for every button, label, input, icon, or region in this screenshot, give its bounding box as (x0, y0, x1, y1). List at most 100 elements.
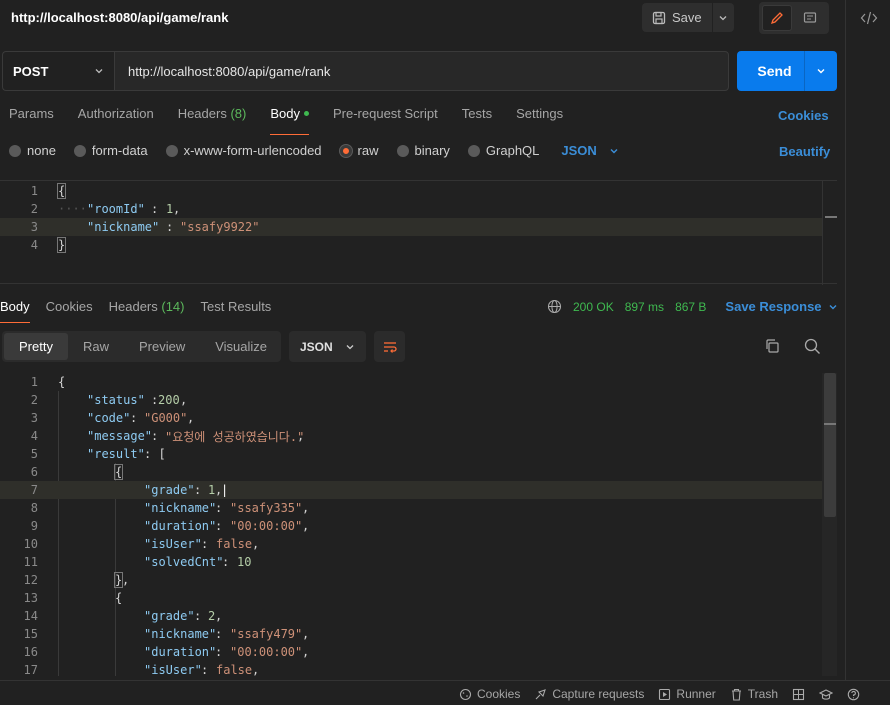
code-value: "요청에 성공하였습니다." (165, 429, 305, 444)
radio-form-data[interactable]: form-data (73, 143, 148, 158)
send-button[interactable]: Send (737, 63, 804, 79)
tab-params[interactable]: Params (9, 106, 54, 126)
body-format-label: JSON (561, 143, 597, 158)
radio-raw[interactable]: raw (339, 143, 379, 158)
help-icon[interactable] (847, 688, 860, 701)
code-icon[interactable] (860, 10, 878, 26)
tab-headers[interactable]: Headers (8) (178, 106, 247, 126)
view-tab-visualize[interactable]: Visualize (200, 333, 282, 360)
send-options-button[interactable] (805, 66, 837, 76)
globe-icon[interactable] (547, 299, 562, 314)
save-icon (652, 11, 666, 24)
chevron-down-icon (346, 344, 354, 349)
line-number: 12 (23, 573, 38, 587)
code-key: "solvedCnt" (144, 555, 224, 569)
view-tab-raw[interactable]: Raw (68, 333, 124, 360)
save-button[interactable]: Save (642, 3, 712, 32)
tab-response-headers[interactable]: Headers (14) (109, 299, 185, 314)
capture-requests-button[interactable]: Capture requests (534, 687, 644, 701)
code-colon: : (215, 627, 223, 641)
response-time[interactable]: 897 ms (625, 300, 664, 314)
footer-label: Trash (747, 687, 778, 701)
footer-label: Cookies (476, 687, 521, 701)
request-tabs: Params Authorization Headers (8) Body Pr… (9, 106, 587, 135)
code-key: "message" (87, 429, 153, 443)
tab-label: Pre-request Script (332, 106, 438, 121)
save-response-button[interactable]: Save Response (725, 299, 837, 314)
radio-graphql[interactable]: GraphQL (467, 143, 539, 158)
search-icon[interactable] (804, 338, 821, 355)
tab-response-cookies[interactable]: Cookies (46, 299, 93, 314)
code-value: 200 (158, 393, 180, 407)
tab-pre-request-script[interactable]: Pre-request Script (333, 106, 438, 126)
radio-binary[interactable]: binary (396, 143, 450, 158)
tab-label: Headers (108, 299, 158, 314)
tab-tests[interactable]: Tests (462, 106, 492, 126)
url-value: http://localhost:8080/api/game/rank (128, 63, 331, 79)
url-input[interactable]: http://localhost:8080/api/game/rank (114, 51, 729, 91)
editor-scrollbar[interactable] (822, 181, 837, 285)
response-format-select[interactable]: JSON (289, 331, 366, 362)
layout-icon[interactable] (792, 688, 805, 701)
tab-test-results[interactable]: Test Results (201, 299, 272, 314)
trash-button[interactable]: Trash (730, 687, 778, 701)
tab-settings[interactable]: Settings (516, 106, 563, 126)
line-number: 13 (23, 591, 38, 605)
line-number: 1 (30, 184, 38, 198)
footer-label: Runner (676, 687, 716, 701)
code-colon: : (222, 555, 230, 569)
response-scrollbar[interactable] (822, 373, 837, 676)
view-tab-pretty[interactable]: Pretty (4, 333, 68, 360)
code-line: 14 "grade":2, (0, 607, 822, 625)
save-options-button[interactable] (713, 3, 734, 32)
line-number: 11 (23, 555, 38, 569)
code-text: { (115, 591, 123, 605)
radio-selected-icon (339, 144, 352, 157)
request-body-editor[interactable]: 1 { 2 ···· "roomId" : 1 , 3 "nickname" :… (0, 180, 837, 285)
request-title[interactable]: http://localhost:8080/api/game/rank (11, 10, 228, 25)
radio-circle-icon (396, 144, 409, 157)
bootcamp-icon[interactable] (819, 688, 833, 701)
beautify-button[interactable]: Beautify (779, 144, 830, 159)
code-comma: , (302, 645, 310, 659)
tab-authorization[interactable]: Authorization (78, 106, 154, 126)
runner-button[interactable]: Runner (658, 687, 716, 701)
code-colon: : (151, 429, 159, 443)
headers-count: (14) (161, 299, 185, 314)
line-number: 2 (30, 202, 38, 216)
body-format-select[interactable]: JSON (561, 143, 618, 158)
code-line: 1{ (0, 373, 822, 391)
capture-icon (535, 688, 547, 699)
tab-label: Body (0, 299, 30, 314)
tab-body[interactable]: Body (270, 106, 309, 135)
method-select[interactable]: POST (2, 51, 114, 91)
code-key: "nickname" (144, 627, 217, 641)
scrollbar-marker (824, 423, 836, 425)
chevron-down-icon (610, 148, 618, 153)
chevron-down-icon (95, 69, 103, 74)
cookies-link[interactable]: Cookies (778, 108, 829, 123)
line-number: 6 (30, 465, 38, 479)
code-line: 3 "code": "G000", (0, 409, 822, 427)
wrap-lines-button[interactable] (374, 331, 405, 362)
save-response-label: Save Response (725, 299, 822, 314)
radio-circle-icon (165, 144, 178, 157)
copy-icon[interactable] (764, 338, 780, 354)
view-tab-preview[interactable]: Preview (124, 333, 200, 360)
code-colon: : (215, 501, 223, 515)
code-key: "isUser" (144, 537, 202, 551)
response-body-viewer[interactable]: 1{ 2 "status":200, 3 "code": "G000", 4 "mess… (0, 373, 837, 676)
scrollbar-thumb[interactable] (824, 373, 836, 517)
code-line: 1 { (0, 182, 822, 200)
tab-response-body[interactable]: Body (0, 299, 30, 323)
footer-label: Capture requests (552, 687, 645, 701)
status-code[interactable]: 200 OK (573, 300, 614, 314)
radio-urlencoded[interactable]: x-www-form-urlencoded (165, 143, 322, 158)
code-comma: , (252, 537, 260, 551)
comment-mode-button[interactable] (795, 5, 825, 31)
code-colon: : (194, 609, 202, 623)
edit-mode-button[interactable] (762, 5, 792, 31)
response-size[interactable]: 867 B (675, 300, 706, 314)
radio-none[interactable]: none (9, 143, 56, 158)
footer-cookies-button[interactable]: Cookies (459, 687, 520, 701)
